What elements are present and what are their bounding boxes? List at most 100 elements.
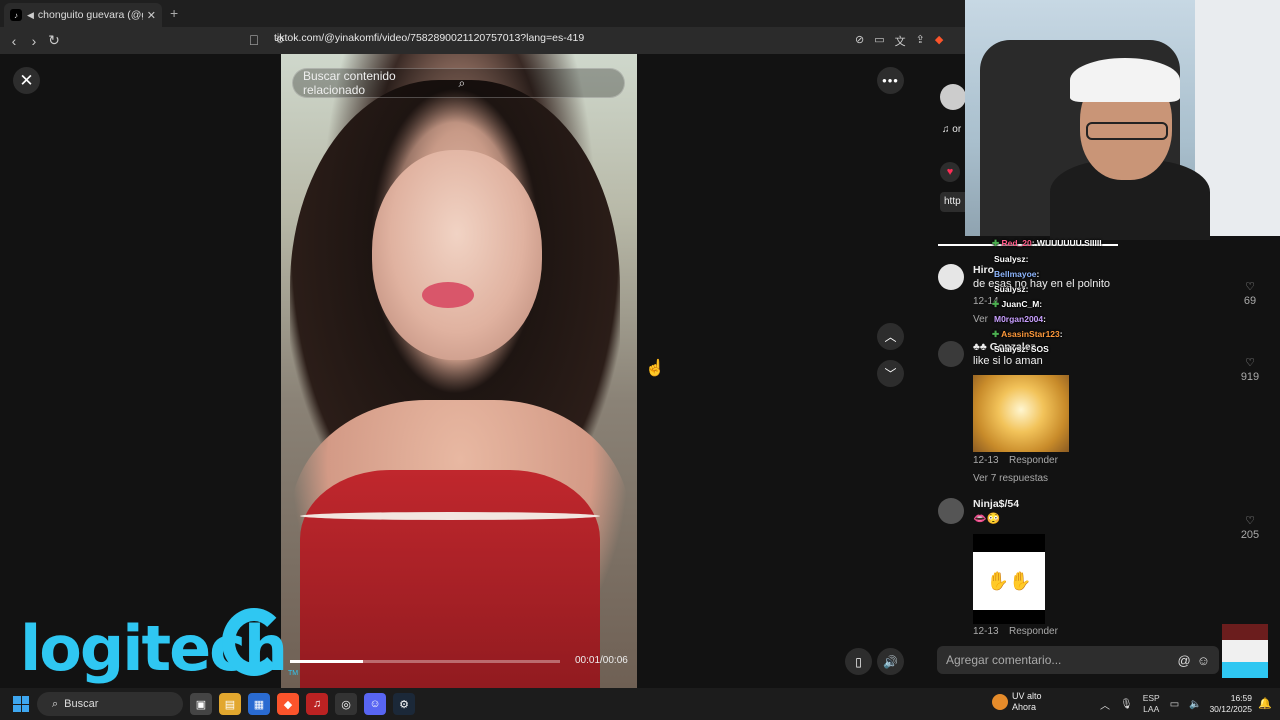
close-video-button[interactable]: ✕ <box>13 67 40 94</box>
monitor-icon[interactable]: ▭ <box>1170 699 1179 710</box>
new-tab-button[interactable]: + <box>170 5 178 21</box>
chat-line: ✚ AsasinStar123: <box>992 329 1063 339</box>
store-icon[interactable]: ▦ <box>248 693 270 715</box>
trademark-mark: TM <box>288 670 299 677</box>
weather-title: UV alto <box>1012 691 1042 701</box>
tiktok-icon: ♪ <box>10 9 22 21</box>
notification-icon[interactable]: 🔔 <box>1258 697 1272 710</box>
video-progress-fill <box>290 660 363 663</box>
heart-icon[interactable]: ♥ <box>940 162 960 182</box>
chat-line: ✚ JuanC_M: <box>992 299 1043 309</box>
reply-link[interactable]: Responder <box>1009 455 1058 466</box>
view-replies-link[interactable]: Ver <box>973 314 988 325</box>
clock-date: 30/12/2025 <box>1209 704 1252 714</box>
language-indicator[interactable]: ESP LAA <box>1143 693 1160 715</box>
reload-icon[interactable]: ↻ <box>44 32 64 49</box>
comment-image-sticker[interactable]: ✋✋ <box>973 534 1045 624</box>
music-label[interactable]: ♫ or <box>942 124 961 135</box>
avatar[interactable] <box>938 264 964 290</box>
weather-widget[interactable]: UV alto Ahora <box>992 691 1042 713</box>
search-icon: ⌕ <box>52 697 59 710</box>
comment-date: 12-13 <box>973 455 999 466</box>
webcam-person-glasses <box>1086 122 1168 140</box>
more-options-button[interactable]: ••• <box>877 67 904 94</box>
chat-line: ✚ Red_20: WUUUUUU SIIIII <box>992 238 1102 248</box>
volume-button[interactable]: 🔊 <box>877 648 904 675</box>
avatar[interactable] <box>938 341 964 367</box>
video-time: 00:01/00:06 <box>575 655 628 666</box>
volume-icon[interactable]: 🔈 <box>1189 699 1201 710</box>
logitech-g-logo <box>222 608 286 676</box>
voicemod-icon[interactable]: ♫ <box>306 693 328 715</box>
reply-link[interactable]: Responder <box>1009 626 1058 637</box>
file-explorer-icon[interactable]: ▤ <box>219 693 241 715</box>
mouse-cursor-icon: ☝ <box>645 360 665 377</box>
share-icon[interactable]: ⇪ <box>916 33 925 49</box>
heart-outline-icon[interactable]: ♡ <box>1245 281 1255 293</box>
comment-like[interactable]: ♡ 205 <box>1240 514 1260 541</box>
taskbar-clock[interactable]: 16:59 30/12/2025 <box>1208 693 1252 715</box>
comment-date: 12-13 <box>973 626 999 637</box>
emoji-icon[interactable]: ☺ <box>1197 653 1210 668</box>
webcam-person-cap <box>1070 58 1180 102</box>
speaker-icon[interactable]: ◀ <box>27 10 34 21</box>
comment-item: Ninja$/54 👄😳 ✋✋ 12-13 Responder <box>938 498 1238 637</box>
windows-taskbar: ⌕ Buscar ▣ ▤ ▦ ◆ ♫ ◎ ☺ ⚙ UV alto Ahora ︿… <box>0 688 1280 720</box>
pixel-character-sticker <box>1222 624 1268 678</box>
related-search-placeholder: Buscar contenido relacionado <box>303 69 396 97</box>
task-view-icon[interactable]: ▣ <box>190 693 212 715</box>
brave-shield-icon[interactable]: ◆ <box>935 33 943 49</box>
comment-image-sticker[interactable] <box>973 375 1069 452</box>
video-frame-face <box>372 150 542 360</box>
comment-author[interactable]: Hiro <box>973 264 994 276</box>
comment-like[interactable]: ♡ 69 <box>1240 280 1260 307</box>
comment-like[interactable]: ♡ 919 <box>1240 356 1260 383</box>
comment-text: 👄😳 <box>973 513 1001 525</box>
taskbar-search[interactable]: ⌕ Buscar <box>37 692 183 716</box>
keyboard-layout: LAA <box>1143 704 1160 714</box>
cast-icon[interactable]: ▭ <box>874 33 884 49</box>
steam-icon[interactable]: ⚙ <box>393 693 415 715</box>
comment-item: ♣♣ Gonzalez like si lo aman 12-13 Respon… <box>938 341 1238 491</box>
hands-sticker-icon: ✋✋ <box>973 552 1045 610</box>
heart-outline-icon[interactable]: ♡ <box>1245 515 1255 527</box>
comment-text: like si lo aman <box>973 355 1043 367</box>
miniplayer-button[interactable]: ▯ <box>845 648 872 675</box>
forward-icon[interactable]: › <box>24 33 44 49</box>
browser-tab[interactable]: ♪ ◀ chonguito guevara (@gvr4.m ✕ <box>4 3 162 27</box>
microphone-icon[interactable]: 🎙 <box>1120 699 1133 710</box>
video-frame-clothing <box>300 470 600 700</box>
mention-icon[interactable]: @ <box>1178 653 1191 668</box>
next-video-button[interactable]: ﹀ <box>877 360 904 387</box>
obs-icon[interactable]: ◎ <box>335 693 357 715</box>
chevron-up-icon[interactable]: ︿ <box>1100 697 1110 712</box>
tab-title: chonguito guevara (@gvr4.m <box>37 9 143 21</box>
no-image-icon[interactable]: ⊘ <box>855 33 864 49</box>
avatar[interactable] <box>938 498 964 524</box>
search-icon[interactable]: ⌕ <box>459 76 615 91</box>
comment-input-placeholder: Agregar comentario... <box>946 653 1062 667</box>
system-tray: ︿ 🎙 ESP LAA ▭ 🔈 <box>1100 688 1202 720</box>
chat-line: Sualysz: SOS <box>994 344 1049 354</box>
like-count: 919 <box>1240 371 1260 383</box>
windows-start-icon[interactable] <box>13 696 29 712</box>
comment-input[interactable]: Agregar comentario... @ ☺ <box>937 646 1219 674</box>
comment-item: Hiro de esas no hay en el polnito 12-14 … <box>938 264 1238 325</box>
heart-outline-icon[interactable]: ♡ <box>1245 357 1255 369</box>
bookmark-icon[interactable]: ⎕ <box>244 32 264 49</box>
view-replies-link[interactable]: Ver 7 respuestas <box>973 473 1048 484</box>
chat-line: M0rgan2004: <box>994 314 1046 324</box>
address-bar[interactable]: tiktok.com/@yinakomfi/video/758289002112… <box>274 32 584 44</box>
previous-video-button[interactable]: ︿ <box>877 323 904 350</box>
sun-icon <box>992 694 1008 710</box>
video-frame-lips <box>422 282 474 308</box>
chat-line: Sualysz: <box>994 284 1029 294</box>
back-icon[interactable]: ‹ <box>4 33 24 49</box>
brave-browser-icon[interactable]: ◆ <box>277 693 299 715</box>
related-search-input[interactable]: Buscar contenido relacionado ⌕ <box>292 68 625 98</box>
translate-icon[interactable]: 文 <box>895 33 906 49</box>
comment-author[interactable]: Ninja$/54 <box>973 498 1019 510</box>
author-avatar[interactable] <box>940 84 966 110</box>
close-tab-icon[interactable]: ✕ <box>147 9 156 22</box>
discord-icon[interactable]: ☺ <box>364 693 386 715</box>
